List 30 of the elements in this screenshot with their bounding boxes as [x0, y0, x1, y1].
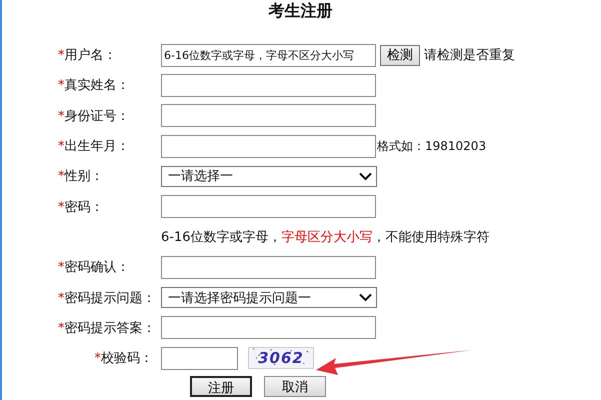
field-note: 请检测是否重复 [424, 47, 515, 64]
field-label: *身份证号： [58, 108, 130, 125]
field-label: *性别： [58, 168, 104, 186]
field-label: *密码提示答案： [58, 320, 156, 337]
field-label: *出生年月： [58, 138, 130, 156]
password-hint: 6-16位数字或字母，字母区分大小写，不能使用特殊字符 [161, 228, 491, 246]
dropdown[interactable]: 一请选择一 [161, 166, 377, 187]
page-title: 考生注册 [267, 0, 334, 22]
chevron-down-icon [359, 172, 372, 181]
text-field[interactable] [161, 104, 376, 128]
dropdown[interactable]: 一请选择密码提示问题一 [161, 287, 377, 308]
field-label: *真实姓名： [58, 77, 130, 94]
text-field[interactable] [161, 134, 376, 158]
field-label: *密码： [58, 198, 104, 216]
text-field[interactable]: 6-16位数字或字母，字母不区分大小写 [161, 44, 376, 67]
field-label: *用户名： [58, 47, 118, 64]
text-field[interactable] [161, 316, 376, 340]
field-note: 格式如：19810203 [377, 138, 486, 155]
text-field[interactable] [161, 74, 376, 97]
captcha-image: 3062 [248, 347, 314, 370]
field-label: *校验码： [94, 350, 154, 368]
text-field[interactable] [161, 256, 376, 279]
text-field[interactable] [161, 346, 238, 370]
check-button[interactable]: 检测 [380, 44, 420, 66]
chevron-down-icon [359, 293, 372, 302]
register-button[interactable]: 注册 [190, 376, 252, 398]
field-label: *密码确认： [58, 259, 130, 276]
text-field[interactable] [161, 195, 376, 218]
cancel-button[interactable]: 取消 [264, 376, 326, 398]
field-label: *密码提示问题： [58, 290, 156, 307]
